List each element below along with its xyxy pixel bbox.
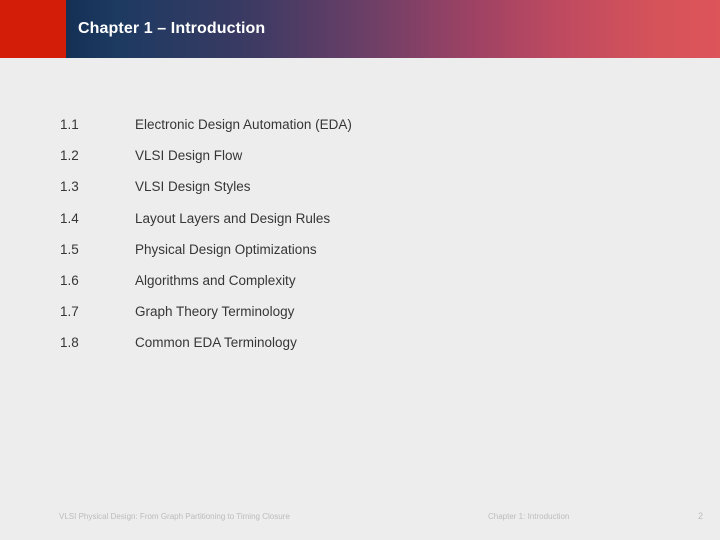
- toc-label: Common EDA Terminology: [135, 335, 297, 351]
- toc-item-1-1: 1.1 Electronic Design Automation (EDA): [60, 117, 660, 148]
- toc-label: VLSI Design Flow: [135, 148, 243, 164]
- toc-label: Graph Theory Terminology: [135, 304, 295, 320]
- toc-number: 1.7: [60, 304, 79, 320]
- toc-item-1-6: 1.6 Algorithms and Complexity: [60, 273, 660, 304]
- toc-number: 1.4: [60, 210, 79, 226]
- toc-number: 1.8: [60, 335, 79, 351]
- toc-label: Layout Layers and Design Rules: [135, 210, 331, 226]
- table-of-contents: 1.1 Electronic Design Automation (EDA) 1…: [60, 117, 660, 367]
- toc-item-1-8: 1.8 Common EDA Terminology: [60, 335, 660, 366]
- slide-header: Chapter 1 – Introduction: [0, 0, 720, 58]
- toc-number: 1.2: [60, 148, 79, 164]
- toc-number: 1.1: [60, 117, 79, 132]
- page-title: Chapter 1 – Introduction: [78, 20, 266, 37]
- toc-number: 1.3: [60, 179, 79, 195]
- footer-chapter-label: Chapter 1: Introduction: [488, 512, 570, 521]
- toc-label: VLSI Design Styles: [135, 179, 251, 195]
- footer-book-title: VLSI Physical Design: From Graph Partiti…: [59, 512, 290, 521]
- toc-item-1-2: 1.2 VLSI Design Flow: [60, 148, 660, 179]
- slide: Chapter 1 – Introduction 1.1 Electronic …: [0, 0, 720, 540]
- toc-number: 1.5: [60, 241, 79, 257]
- footer-page-number: 2: [697, 511, 703, 521]
- slide-content: 1.1 Electronic Design Automation (EDA) 1…: [0, 58, 720, 488]
- header-accent-block: [0, 0, 66, 58]
- toc-item-1-3: 1.3 VLSI Design Styles: [60, 179, 660, 210]
- toc-item-1-4: 1.4 Layout Layers and Design Rules: [60, 211, 660, 242]
- toc-item-1-5: 1.5 Physical Design Optimizations: [60, 242, 660, 273]
- toc-label: Physical Design Optimizations: [135, 241, 317, 257]
- slide-footer: VLSI Physical Design: From Graph Partiti…: [0, 508, 720, 540]
- toc-item-1-7: 1.7 Graph Theory Terminology: [60, 304, 660, 335]
- toc-label: Electronic Design Automation (EDA): [135, 117, 352, 132]
- toc-number: 1.6: [60, 272, 79, 288]
- toc-label: Algorithms and Complexity: [135, 272, 296, 288]
